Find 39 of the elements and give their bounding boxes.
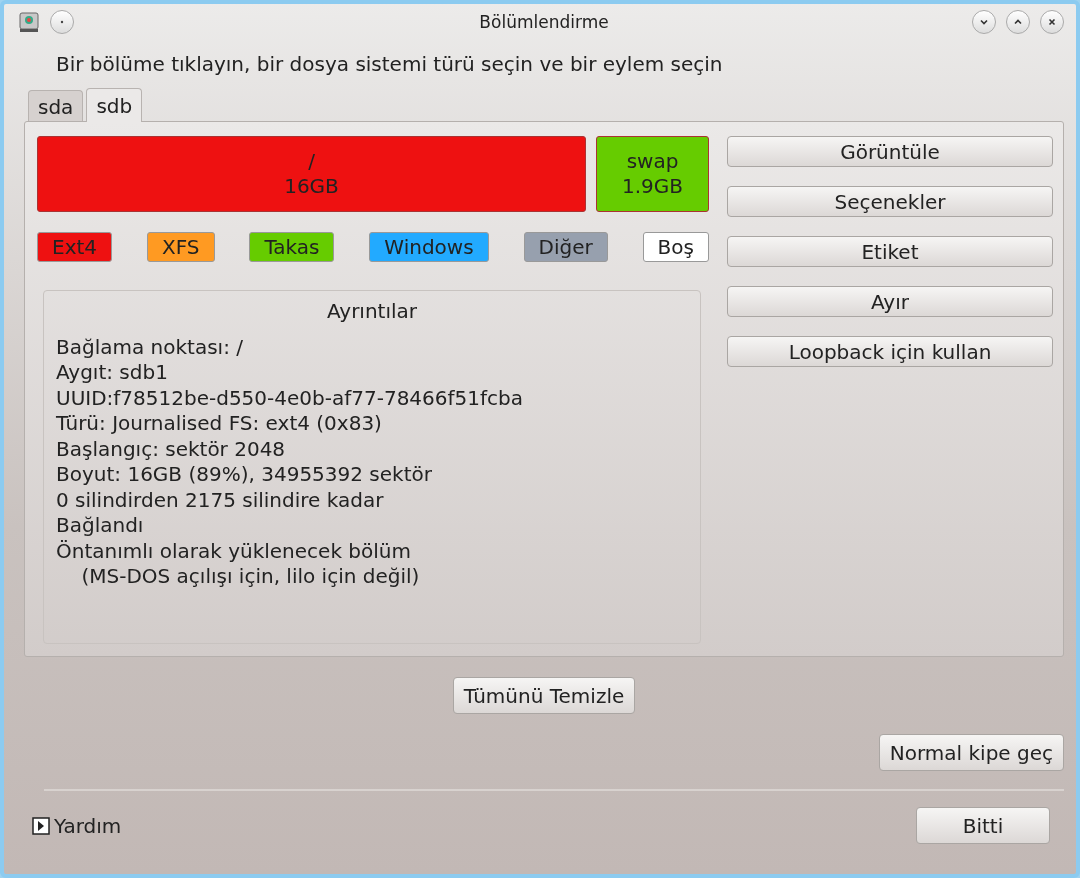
details-line: Bağlama noktası: / xyxy=(56,334,244,360)
details-line: Başlangıç: sektör 2048 xyxy=(56,436,287,462)
done-button[interactable]: Bitti xyxy=(916,807,1050,844)
details-line: Öntanımlı olarak yüklenecek bölüm xyxy=(56,538,412,564)
chevron-down-icon xyxy=(979,17,989,27)
filesystem-legend-chip: Ext4 xyxy=(37,232,113,262)
clear-all-button[interactable]: Tümünü Temizle xyxy=(452,677,636,714)
details-line: Bağlandı xyxy=(56,513,145,539)
filesystem-legend-chip: Boş xyxy=(642,232,709,262)
details-line: UUID:f78512be-d550-4e0b-af77-78466f51fcba xyxy=(56,385,524,411)
disk-tab[interactable]: sdb xyxy=(86,88,143,122)
disk-tab[interactable]: sda xyxy=(28,90,84,122)
details-line: Aygıt: sdb1 xyxy=(56,360,169,386)
action-button[interactable]: Loopback için kullan xyxy=(727,336,1053,367)
action-button[interactable]: Etiket xyxy=(727,236,1053,267)
action-button[interactable]: Görüntüle xyxy=(727,136,1053,167)
filesystem-legend-chip: Windows xyxy=(369,232,489,262)
filesystem-legend-chip: Takas xyxy=(249,232,335,262)
filesystem-legend-chip: Diğer xyxy=(523,232,608,262)
close-button[interactable] xyxy=(1040,10,1064,34)
details-line: Türü: Journalised FS: ext4 (0x83) xyxy=(56,411,383,437)
maximize-button[interactable] xyxy=(1006,10,1030,34)
mode-switch-button[interactable]: Normal kipe geç xyxy=(878,734,1064,771)
details-line: Boyut: 16GB (89%), 34955392 sektör xyxy=(56,462,433,488)
details-line: (MS-DOS açılışı için, lilo için değil) xyxy=(80,564,421,590)
instruction-text: Bir bölüme tıklayın, bir dosya sistemi türü seçin ve bir eylem seçin xyxy=(55,51,724,78)
chevron-up-icon xyxy=(1013,17,1023,27)
filesystem-legend-chip: XFS xyxy=(146,232,215,262)
action-button[interactable]: Ayır xyxy=(727,286,1053,317)
details-line: 0 silindirden 2175 silindire kadar xyxy=(56,487,385,513)
minimize-button[interactable] xyxy=(972,10,996,34)
details-title: Ayrıntılar xyxy=(325,299,419,325)
action-button[interactable]: Seçenekler xyxy=(727,186,1053,217)
partition-block[interactable]: swap 1.9GB xyxy=(596,136,709,212)
partition-block[interactable]: / 16GB xyxy=(37,136,586,212)
window-title: Bölümlendirme xyxy=(479,12,609,32)
help-toggle[interactable]: Yardım xyxy=(32,813,122,838)
close-icon xyxy=(1047,17,1057,27)
window-menu-button[interactable] xyxy=(50,10,74,34)
